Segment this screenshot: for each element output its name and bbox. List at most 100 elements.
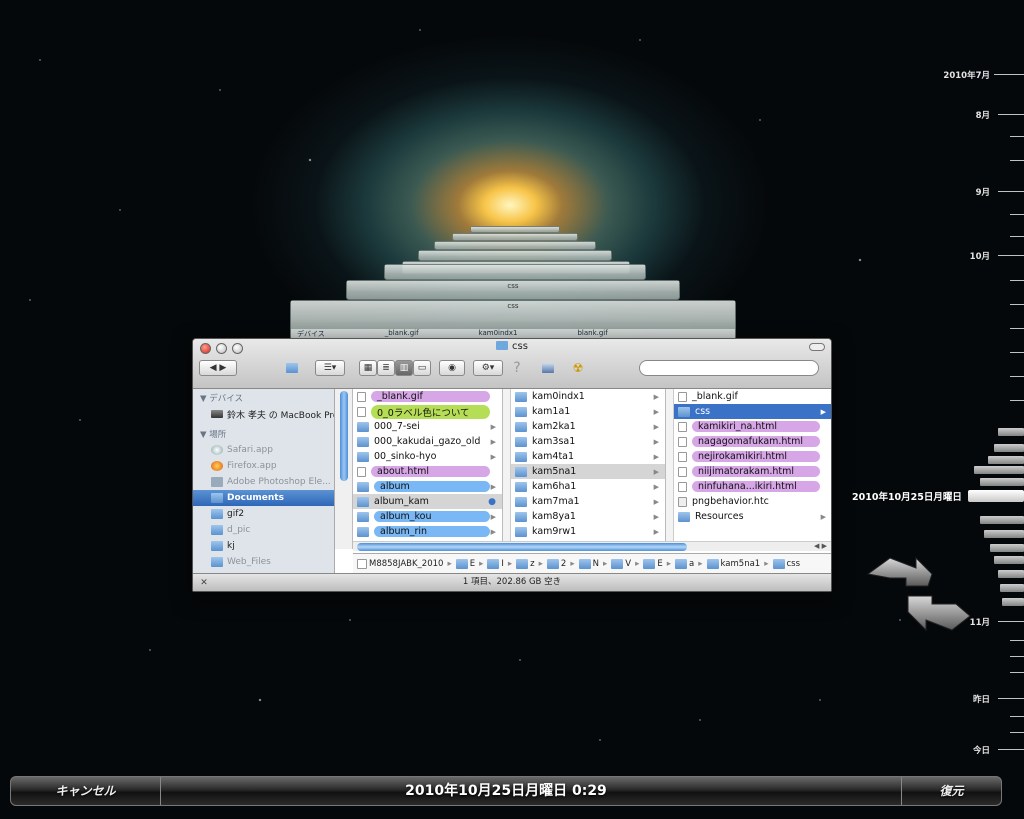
list-item[interactable]: 0_0ラベル色について bbox=[353, 404, 502, 419]
view-column-button[interactable]: ▥ bbox=[395, 360, 413, 376]
path-segment[interactable]: 2 bbox=[546, 558, 566, 569]
path-segment[interactable]: V bbox=[611, 558, 631, 569]
timeline-backup-bar[interactable] bbox=[998, 428, 1024, 436]
backup-window[interactable] bbox=[418, 250, 612, 261]
back-in-time-arrow-icon[interactable] bbox=[866, 556, 933, 587]
sidebar-item-safari[interactable]: Safari.app bbox=[193, 442, 334, 458]
timeline-label-jul[interactable]: 2010年7月 bbox=[943, 69, 990, 81]
sidebar-header-places[interactable]: ▼ 場所 bbox=[193, 422, 334, 442]
view-coverflow-button[interactable]: ▭ bbox=[413, 360, 431, 376]
list-item[interactable]: kam4ta1 ▶ bbox=[511, 449, 665, 464]
view-icon-button[interactable]: ▦ bbox=[359, 360, 377, 376]
timeline-backup-bar[interactable] bbox=[980, 478, 1024, 486]
view-list-button[interactable]: ≣ bbox=[377, 360, 395, 376]
timeline-label-yesterday[interactable]: 昨日 bbox=[973, 693, 990, 705]
sidebar-item-documents[interactable]: Documents bbox=[193, 490, 334, 506]
arrange-button[interactable]: ☰▾ bbox=[315, 360, 345, 376]
list-item-selected[interactable]: css ▶ bbox=[674, 404, 831, 419]
timeline-backup-bar[interactable] bbox=[1000, 584, 1024, 592]
list-item[interactable]: kam1a1 ▶ bbox=[511, 404, 665, 419]
new-folder-button[interactable] bbox=[281, 360, 303, 376]
sidebar-item-photoshop[interactable]: Adobe Photoshop Ele... bbox=[193, 474, 334, 490]
list-item[interactable]: kam9rw1 ▶ bbox=[511, 524, 665, 539]
list-item-selected[interactable]: album_kam ● bbox=[353, 494, 502, 509]
list-item[interactable]: kam0indx1 ▶ bbox=[511, 389, 665, 404]
restore-button[interactable]: 復元 bbox=[901, 777, 1001, 805]
column-divider[interactable] bbox=[503, 389, 511, 549]
sidebar-item-gif2[interactable]: gif2 bbox=[193, 506, 334, 522]
timeline-current-bar[interactable] bbox=[968, 490, 1024, 502]
list-item[interactable]: kamikiri_na.html bbox=[674, 419, 831, 434]
path-segment[interactable]: E bbox=[643, 558, 663, 569]
backup-window[interactable]: css デバイス _blank.gif kam0indx1 blank.gif bbox=[290, 300, 736, 340]
path-segment[interactable]: M8858JABK_2010 bbox=[357, 558, 443, 569]
sidebar-item-web-files[interactable]: Web_Files bbox=[193, 554, 334, 570]
timeline-label-oct[interactable]: 10月 bbox=[970, 250, 990, 262]
action-button[interactable]: ⚙▾ bbox=[473, 360, 503, 376]
list-item[interactable]: pngbehavior.htc bbox=[674, 494, 831, 509]
toolbar-toggle-button[interactable] bbox=[809, 343, 825, 351]
horizontal-scrollbar-track[interactable]: ◀ ▶ bbox=[353, 541, 831, 551]
disk-button[interactable] bbox=[539, 360, 557, 376]
timeline-backup-bar[interactable] bbox=[994, 556, 1024, 564]
backup-window[interactable]: css bbox=[346, 280, 680, 300]
list-item[interactable]: 000_kakudai_gazo_old ▶ bbox=[353, 434, 502, 449]
list-item-selected[interactable]: kam5na1 ▶ bbox=[511, 464, 665, 479]
path-segment[interactable]: css bbox=[772, 558, 800, 569]
path-segment[interactable]: kam5na1 bbox=[706, 558, 760, 569]
timeline-backup-bar[interactable] bbox=[980, 516, 1024, 524]
list-item[interactable]: kam7ma1 ▶ bbox=[511, 494, 665, 509]
backup-window[interactable] bbox=[470, 226, 560, 233]
list-item[interactable]: kam3sa1 ▶ bbox=[511, 434, 665, 449]
search-input[interactable] bbox=[639, 360, 819, 376]
list-item[interactable]: about.html bbox=[353, 464, 502, 479]
forward-in-time-arrow-icon[interactable] bbox=[907, 595, 971, 632]
sidebar-item-kj[interactable]: kj bbox=[193, 538, 334, 554]
list-item[interactable]: _blank.gif bbox=[353, 389, 502, 404]
list-item[interactable]: nejirokamikiri.html bbox=[674, 449, 831, 464]
vertical-scrollbar[interactable] bbox=[340, 391, 348, 481]
list-item[interactable]: album_rin ▶ bbox=[353, 524, 502, 539]
path-segment[interactable]: N bbox=[578, 558, 599, 569]
timeline-backup-bar[interactable] bbox=[998, 570, 1024, 578]
list-item[interactable]: kam8ya1 ▶ bbox=[511, 509, 665, 524]
list-item[interactable]: Resources ▶ bbox=[674, 509, 831, 524]
timeline-backup-bar[interactable] bbox=[974, 466, 1024, 474]
path-segment[interactable]: I bbox=[487, 558, 504, 569]
list-item[interactable]: kam2ka1 ▶ bbox=[511, 419, 665, 434]
list-item[interactable]: 000_7-sei ▶ bbox=[353, 419, 502, 434]
list-item[interactable]: _blank.gif bbox=[674, 389, 831, 404]
scroll-arrows[interactable]: ◀ ▶ bbox=[814, 542, 827, 550]
timeline-backup-bar[interactable] bbox=[1002, 598, 1024, 606]
timeline-label-aug[interactable]: 8月 bbox=[976, 109, 990, 121]
list-item[interactable]: niijimatorakam.html bbox=[674, 464, 831, 479]
path-segment[interactable]: z bbox=[516, 558, 535, 569]
timeline-backup-bar[interactable] bbox=[988, 456, 1024, 464]
path-segment[interactable]: E bbox=[455, 558, 475, 569]
list-item[interactable]: 00_sinko-hyo ▶ bbox=[353, 449, 502, 464]
list-item[interactable]: ninfuhana...ikiri.html bbox=[674, 479, 831, 494]
list-item[interactable]: kam6ha1 ▶ bbox=[511, 479, 665, 494]
column-divider[interactable] bbox=[666, 389, 674, 549]
title-bar[interactable]: css ◀ ▶ ☰▾ ▦ ≣ ▥ ▭ ◉ ⚙▾ ? ☢ bbox=[193, 339, 831, 389]
timeline-backup-bar[interactable] bbox=[994, 444, 1024, 452]
resize-icon[interactable]: ✕ bbox=[199, 578, 209, 588]
sidebar-item-macbook[interactable]: 鈴木 孝夫 の MacBook Pro bbox=[193, 406, 334, 422]
backup-window[interactable] bbox=[384, 264, 646, 280]
timeline-label-today[interactable]: 今日 bbox=[973, 744, 990, 756]
backup-window[interactable] bbox=[434, 241, 596, 250]
list-item[interactable]: nagagomafukam.html bbox=[674, 434, 831, 449]
timeline-label-sep[interactable]: 9月 bbox=[976, 186, 990, 198]
sidebar-header-devices[interactable]: ▼ デバイス bbox=[193, 389, 334, 406]
timeline-backup-bar[interactable] bbox=[984, 530, 1024, 538]
horizontal-scrollbar-thumb[interactable] bbox=[357, 543, 687, 551]
burn-button[interactable]: ☢ bbox=[569, 360, 587, 376]
path-segment[interactable]: a bbox=[675, 558, 694, 569]
back-forward-buttons[interactable]: ◀ ▶ bbox=[199, 360, 237, 376]
list-item[interactable]: album_kou ▶ bbox=[353, 509, 502, 524]
list-item[interactable]: album ▶ bbox=[353, 479, 502, 494]
quicklook-button[interactable]: ◉ bbox=[439, 360, 465, 376]
timeline-backup-bar[interactable] bbox=[990, 544, 1024, 552]
sidebar-item-firefox[interactable]: Firefox.app bbox=[193, 458, 334, 474]
backup-window[interactable] bbox=[452, 233, 578, 241]
